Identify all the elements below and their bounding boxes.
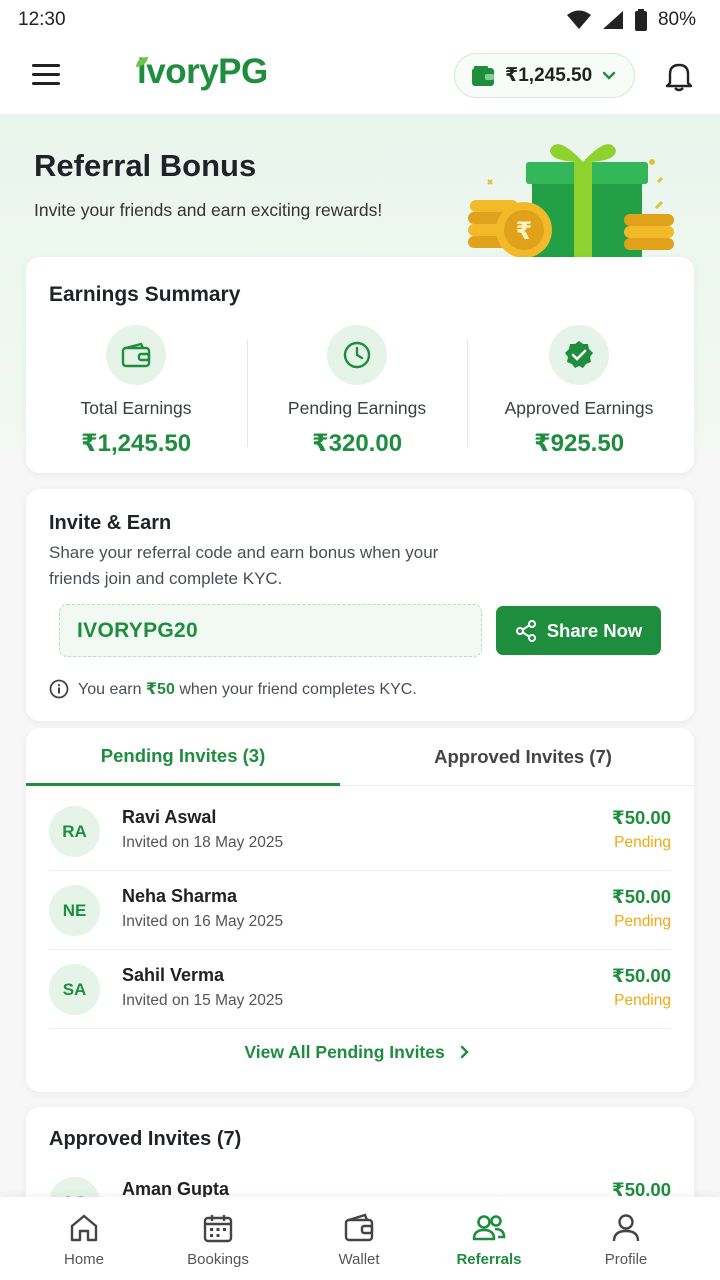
nav-profile[interactable]: Profile xyxy=(576,1211,676,1268)
app-header: ivoryPG ₹1,245.50 xyxy=(0,40,720,114)
coin-stack-right xyxy=(624,214,674,250)
share-now-button[interactable]: Share Now xyxy=(496,606,661,655)
users-icon xyxy=(472,1215,506,1241)
nav-label: Bookings xyxy=(187,1251,249,1268)
status-badge: Pending xyxy=(614,992,671,1009)
app-logo: ivoryPG xyxy=(136,52,268,92)
battery-level: 80% xyxy=(657,9,696,30)
invite-date: Invited on 18 May 2025 xyxy=(122,834,284,851)
invite-amount: ₹50.00 xyxy=(611,807,671,828)
note-amount: ₹50 xyxy=(145,681,175,698)
status-time: 12:30 xyxy=(18,9,66,30)
stat-label: Pending Earnings xyxy=(287,398,427,418)
invitee-name: Sahil Verma xyxy=(122,965,225,985)
status-icons: 80% xyxy=(566,9,696,31)
view-all-label: View All Pending Invites xyxy=(244,1042,445,1062)
nav-referrals[interactable]: Referrals xyxy=(439,1211,539,1268)
nav-label: Referrals xyxy=(456,1251,522,1268)
divider xyxy=(467,339,468,447)
share-icon xyxy=(515,619,536,642)
chevron-right-icon xyxy=(460,1045,469,1059)
referral-code-field[interactable]: IVORYPG20 xyxy=(59,604,482,657)
avatar: RA xyxy=(49,806,100,857)
bottom-nav: Home Bookings Wallet Referrals Profile xyxy=(0,1197,720,1280)
invite-date: Invited on 16 May 2025 xyxy=(122,913,284,930)
user-icon xyxy=(612,1214,640,1242)
tab-approved-invites[interactable]: Approved Invites (7) xyxy=(366,728,680,786)
wallet-balance-button[interactable]: ₹1,245.50 xyxy=(454,53,635,98)
approved-earnings-stat: Approved Earnings ₹925.50 xyxy=(469,325,689,458)
share-now-label: Share Now xyxy=(546,619,643,641)
chevron-down-icon xyxy=(602,71,616,80)
wallet-icon xyxy=(106,325,166,385)
pending-earnings-stat: Pending Earnings ₹320.00 xyxy=(247,325,467,458)
invite-amount: ₹50.00 xyxy=(611,886,671,907)
status-bar: 12:30 80% xyxy=(0,0,720,40)
earnings-summary-title: Earnings Summary xyxy=(49,283,241,306)
stat-label: Approved Earnings xyxy=(504,398,654,418)
invitee-name: Neha Sharma xyxy=(122,886,238,906)
earnings-summary-card: Earnings Summary Total Earnings ₹1,245.5… xyxy=(26,257,694,473)
invite-description: Share your referral code and earn bonus … xyxy=(49,543,439,588)
list-item[interactable]: SA Sahil Verma Invited on 15 May 2025 ₹5… xyxy=(49,950,671,1029)
list-item[interactable]: RA Ravi Aswal Invited on 18 May 2025 ₹50… xyxy=(49,792,671,871)
nav-label: Wallet xyxy=(338,1251,380,1268)
logo-text: ivoryPG xyxy=(137,52,268,91)
status-badge: Pending xyxy=(614,834,671,851)
home-icon xyxy=(70,1214,98,1242)
signal-icon xyxy=(602,11,623,29)
battery-icon xyxy=(634,9,647,31)
stat-value: ₹320.00 xyxy=(311,430,403,457)
bell-icon[interactable] xyxy=(664,60,694,92)
clock-icon xyxy=(327,325,387,385)
invites-card: Pending Invites (3) Approved Invites (7)… xyxy=(26,728,694,1092)
menu-button[interactable] xyxy=(32,64,60,88)
invite-tabs: Pending Invites (3) Approved Invites (7) xyxy=(26,728,694,786)
page-title: Referral Bonus xyxy=(34,148,257,183)
invite-earn-title: Invite & Earn xyxy=(49,512,172,534)
stat-value: ₹925.50 xyxy=(533,430,625,457)
gift-coins-illustration: ₹ xyxy=(468,144,674,258)
approved-invites-title: Approved Invites (7) xyxy=(49,1128,242,1150)
invite-amount: ₹50.00 xyxy=(611,965,671,986)
view-all-pending-link[interactable]: View All Pending Invites xyxy=(26,1042,694,1063)
invitee-name: Ravi Aswal xyxy=(122,807,217,827)
list-item[interactable]: NE Neha Sharma Invited on 16 May 2025 ₹5… xyxy=(49,871,671,950)
nav-bookings[interactable]: Bookings xyxy=(168,1211,268,1268)
reward-note: You earn ₹50 when your friend completes … xyxy=(49,679,417,699)
status-badge: Pending xyxy=(614,913,671,930)
verified-badge-icon xyxy=(549,325,609,385)
stat-label: Total Earnings xyxy=(80,398,192,418)
avatar: NE xyxy=(49,885,100,936)
nav-home[interactable]: Home xyxy=(34,1211,134,1268)
wallet-icon xyxy=(472,65,494,86)
svg-text:₹: ₹ xyxy=(516,217,533,245)
wallet-balance: ₹1,245.50 xyxy=(505,65,593,86)
invite-date: Invited on 15 May 2025 xyxy=(122,992,284,1009)
nav-label: Profile xyxy=(604,1251,648,1268)
avatar: SA xyxy=(49,964,100,1015)
calendar-icon xyxy=(203,1215,233,1243)
note-prefix: You earn xyxy=(78,681,142,698)
leaf-icon xyxy=(136,57,148,67)
nav-label: Home xyxy=(63,1251,104,1268)
total-earnings-stat: Total Earnings ₹1,245.50 xyxy=(26,325,246,458)
note-suffix: when your friend completes KYC. xyxy=(179,681,417,698)
info-icon xyxy=(49,679,69,699)
wallet-icon xyxy=(344,1213,374,1242)
wifi-icon xyxy=(566,10,591,29)
tab-pending-invites[interactable]: Pending Invites (3) xyxy=(26,728,340,786)
page-subtitle: Invite your friends and earn exciting re… xyxy=(34,200,383,220)
stat-value: ₹1,245.50 xyxy=(80,430,192,457)
nav-wallet[interactable]: Wallet xyxy=(309,1211,409,1268)
invite-earn-card: Invite & Earn Share your referral code a… xyxy=(26,489,694,721)
